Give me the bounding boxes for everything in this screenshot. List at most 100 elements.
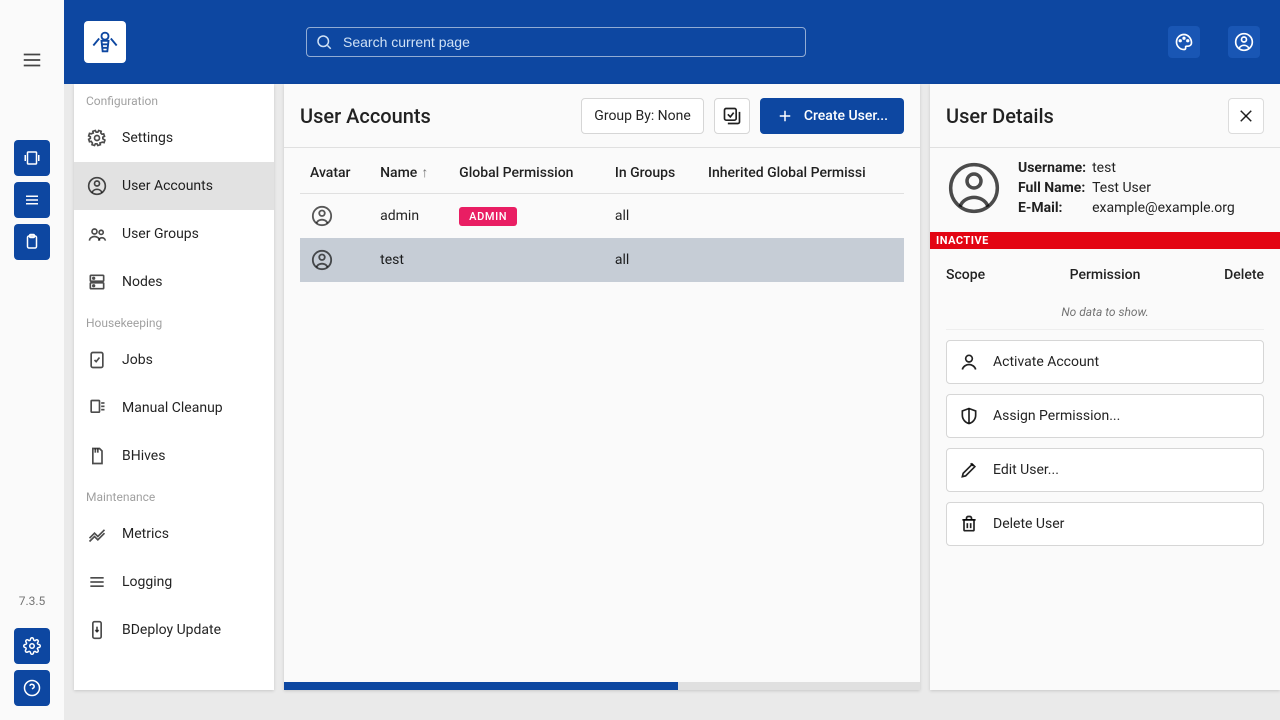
sidenav-item-nodes[interactable]: Nodes — [74, 258, 274, 306]
config-sidenav: ConfigurationSettings User Accounts User G… — [74, 84, 274, 690]
palette-icon — [1174, 32, 1194, 52]
group-icon — [87, 224, 107, 244]
panel-title: User Accounts — [300, 104, 431, 128]
sidenav-item-label: BHives — [122, 448, 165, 464]
username-value: test — [1092, 160, 1235, 176]
edit-user-label: Edit User... — [993, 462, 1059, 478]
sidenav-item-label: Nodes — [122, 274, 163, 290]
close-details-button[interactable] — [1228, 98, 1264, 134]
sidenav-item-user-groups[interactable]: User Groups — [74, 210, 274, 258]
cell-permission — [449, 238, 605, 282]
chart-icon — [87, 524, 107, 544]
gear-icon — [87, 128, 107, 148]
account-circle-icon — [946, 160, 1002, 216]
sidenav-item-jobs[interactable]: Jobs — [74, 336, 274, 384]
update-icon — [87, 620, 107, 640]
cell-inherited — [698, 194, 904, 239]
sidenav-item-settings[interactable]: Settings — [74, 114, 274, 162]
group-by-label: Group By: None — [594, 108, 691, 124]
dns-icon — [87, 272, 107, 292]
edit-icon — [959, 460, 979, 480]
list-icon — [87, 572, 107, 592]
sidenav-item-label: Manual Cleanup — [122, 400, 223, 416]
group-by-button[interactable]: Group By: None — [581, 98, 704, 134]
horizontal-scrollbar[interactable] — [284, 682, 920, 690]
sidenav-section-label: Maintenance — [74, 480, 274, 510]
cell-in-groups: all — [605, 238, 698, 282]
menu-button[interactable] — [12, 40, 52, 80]
sidenav-item-logging[interactable]: Logging — [74, 558, 274, 606]
column-avatar[interactable]: Avatar — [300, 148, 370, 194]
search-field[interactable] — [306, 27, 806, 57]
profile-button[interactable] — [1228, 26, 1260, 58]
table-row[interactable]: test all — [300, 238, 904, 282]
email-value: example@example.org — [1092, 200, 1235, 216]
delete-user-button[interactable]: Delete User — [946, 502, 1264, 546]
table-header-row: AvatarName↑Global PermissionIn GroupsInh… — [300, 148, 904, 194]
sidenav-item-metrics[interactable]: Metrics — [74, 510, 274, 558]
column-in-groups[interactable]: In Groups — [605, 148, 698, 194]
permissions-header: Scope Permission Delete — [946, 259, 1264, 291]
sidenav-item-label: BDeploy Update — [122, 622, 221, 638]
create-user-label: Create User... — [804, 108, 888, 124]
cell-permission: ADMIN — [449, 194, 605, 239]
delete-user-label: Delete User — [993, 516, 1064, 532]
admin-badge: ADMIN — [459, 207, 517, 226]
activate-account-button[interactable]: Activate Account — [946, 340, 1264, 384]
detail-title: User Details — [946, 104, 1054, 128]
column-global-permission[interactable]: Global Permission — [449, 148, 605, 194]
rail-nav-3[interactable] — [14, 224, 50, 260]
rail-help[interactable] — [14, 670, 50, 706]
rail-nav-1[interactable] — [14, 140, 50, 176]
column-name[interactable]: Name↑ — [370, 148, 449, 194]
sidenav-item-manual-cleanup[interactable]: Manual Cleanup — [74, 384, 274, 432]
list-icon — [23, 191, 41, 209]
column-inherited-global-permissi[interactable]: Inherited Global Permissi — [698, 148, 904, 194]
left-rail: 7.3.5 — [0, 0, 64, 720]
cell-name: test — [370, 238, 449, 282]
permissions-empty: No data to show. — [946, 301, 1264, 330]
shield-icon — [959, 406, 979, 426]
sd-icon — [87, 446, 107, 466]
table-row[interactable]: admin ADMIN all — [300, 194, 904, 239]
bee-icon — [91, 28, 119, 56]
theme-button[interactable] — [1168, 26, 1200, 58]
avatar — [946, 160, 1002, 216]
plus-icon — [776, 107, 794, 125]
select-all-icon — [722, 106, 742, 126]
sidenav-item-label: Jobs — [122, 352, 153, 368]
search-input[interactable] — [341, 33, 797, 51]
cell-inherited — [698, 238, 904, 282]
activate-account-label: Activate Account — [993, 354, 1099, 370]
perm-col-permission: Permission — [1052, 267, 1158, 283]
account-icon — [87, 176, 107, 196]
avatar-icon — [310, 248, 334, 272]
cell-name: admin — [370, 194, 449, 239]
assign-permission-button[interactable]: Assign Permission... — [946, 394, 1264, 438]
rail-settings[interactable] — [14, 628, 50, 664]
clipboard-icon — [23, 233, 41, 251]
cell-in-groups: all — [605, 194, 698, 239]
email-key: E-Mail: — [1018, 200, 1086, 216]
panel-icon — [23, 149, 41, 167]
user-accounts-panel: User Accounts Group By: None Create User… — [284, 84, 920, 690]
app-header — [64, 0, 1280, 84]
bulk-select-button[interactable] — [714, 98, 750, 134]
sidenav-item-bhives[interactable]: BHives — [74, 432, 274, 480]
sidenav-item-label: User Accounts — [122, 178, 213, 194]
inactive-badge: INACTIVE — [930, 232, 1280, 249]
sidenav-item-label: User Groups — [122, 226, 199, 242]
app-logo[interactable] — [84, 21, 126, 63]
create-user-button[interactable]: Create User... — [760, 98, 904, 134]
sidenav-section-label: Housekeeping — [74, 306, 274, 336]
sidenav-section-label: Configuration — [74, 84, 274, 114]
scrollbar-thumb[interactable] — [284, 682, 678, 690]
fullname-value: Test User — [1092, 180, 1235, 196]
edit-user-button[interactable]: Edit User... — [946, 448, 1264, 492]
sidenav-item-user-accounts[interactable]: User Accounts — [74, 162, 274, 210]
sweep-icon — [87, 398, 107, 418]
help-icon — [23, 679, 41, 697]
sidenav-item-bdeploy-update[interactable]: BDeploy Update — [74, 606, 274, 654]
rail-nav-2[interactable] — [14, 182, 50, 218]
assign-permission-label: Assign Permission... — [993, 408, 1120, 424]
